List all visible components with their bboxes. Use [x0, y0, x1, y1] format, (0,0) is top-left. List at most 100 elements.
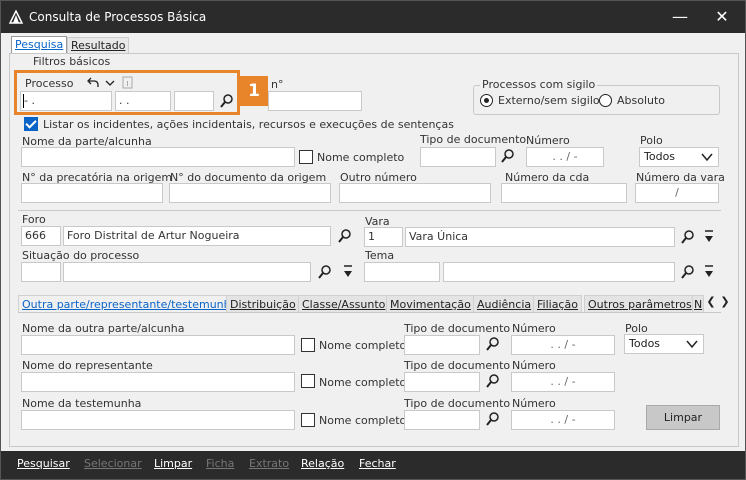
- numero-cda-input[interactable]: [501, 183, 627, 203]
- subtab-outra-parte[interactable]: Outra parte/representante/testemunha: [18, 295, 242, 313]
- situacao-label: Situação do processo: [22, 249, 140, 262]
- nome-completo-rep-label: Nome completo: [319, 376, 407, 389]
- scroll-right-icon[interactable]: ❯: [717, 295, 733, 311]
- listar-incidentes-checkbox[interactable]: [24, 117, 38, 131]
- nome-outra-input[interactable]: [21, 335, 295, 355]
- tema-label: Tema: [365, 249, 395, 262]
- sigilo-label: Processos com sigilo: [480, 78, 598, 91]
- nome-completo-test-label: Nome completo: [319, 414, 407, 427]
- tipo-doc-test-label: Tipo de documento: [404, 397, 511, 410]
- minimize-button[interactable]: —: [665, 5, 695, 29]
- filter-icon[interactable]: [701, 229, 717, 245]
- subtab-divider: [18, 312, 721, 313]
- nome-completo-outra-checkbox[interactable]: [301, 338, 315, 352]
- search-icon[interactable]: [485, 373, 501, 389]
- ficha-button[interactable]: Ficha: [206, 457, 234, 470]
- tipo-doc-outra-label: Tipo de documento: [404, 322, 511, 335]
- numero-outra-label: Número: [512, 322, 556, 335]
- radio-externo[interactable]: [480, 94, 493, 107]
- limpar-button[interactable]: Limpar: [646, 405, 720, 430]
- bottom-toolbar: Pesquisar Selecionar Limpar Ficha Extrat…: [1, 451, 745, 479]
- search-icon[interactable]: [317, 264, 333, 280]
- chevron-down-icon[interactable]: [102, 75, 118, 91]
- fechar-button[interactable]: Fechar: [359, 457, 396, 470]
- text-cursor: [23, 94, 24, 108]
- divider: [18, 210, 721, 211]
- processo-label: Processo: [25, 77, 74, 90]
- polo-value: Todos: [644, 150, 676, 163]
- subtab-classe-assunto[interactable]: Classe/Assunto: [298, 295, 390, 313]
- numero-input[interactable]: . . / -: [526, 147, 604, 167]
- limpar-bottom-button[interactable]: Limpar: [154, 457, 192, 470]
- subtab-outros-parametros[interactable]: Outros parâmetros: [584, 295, 696, 313]
- nome-completo-rep-checkbox[interactable]: [301, 374, 315, 388]
- nome-rep-label: Nome do representante: [22, 359, 153, 372]
- undo-icon[interactable]: [85, 75, 101, 91]
- nome-parte-input[interactable]: [21, 147, 295, 167]
- situacao-name-input[interactable]: [63, 262, 311, 282]
- filter-icon[interactable]: [340, 264, 356, 280]
- tab-resultado[interactable]: Resultado: [67, 37, 130, 54]
- tipo-doc-input[interactable]: [420, 147, 496, 167]
- tipo-doc-rep-label: Tipo de documento: [404, 359, 511, 372]
- foro-label: Foro: [22, 213, 46, 226]
- tema-code-input[interactable]: [364, 262, 440, 282]
- search-icon[interactable]: [680, 229, 696, 245]
- step-badge: 1: [240, 76, 268, 106]
- search-icon[interactable]: [500, 148, 516, 164]
- nome-completo-label: Nome completo: [317, 151, 405, 164]
- polo-outra-select[interactable]: Todos: [624, 334, 704, 354]
- nome-test-input[interactable]: [21, 410, 295, 430]
- subtab-filiacao[interactable]: Filiação: [533, 295, 582, 313]
- numero-test-input[interactable]: . . / -: [511, 410, 615, 430]
- subtab-distribuicao[interactable]: Distribuição: [226, 295, 300, 313]
- numero-vara-input[interactable]: /: [635, 183, 719, 203]
- pesquisar-button[interactable]: Pesquisar: [17, 457, 70, 470]
- search-icon[interactable]: [680, 264, 696, 280]
- polo-select[interactable]: Todos: [639, 147, 719, 167]
- precatoria-input[interactable]: [21, 183, 163, 203]
- nome-rep-input[interactable]: [21, 372, 295, 392]
- foro-name-input[interactable]: Foro Distrital de Artur Nogueira: [63, 226, 331, 246]
- tipo-doc-rep-input[interactable]: [404, 372, 480, 392]
- vara-name-input[interactable]: Vara Única: [405, 227, 675, 247]
- numero-outra-input[interactable]: . . / -: [511, 335, 615, 355]
- tema-name-input[interactable]: [443, 262, 675, 282]
- processo-input-3[interactable]: [174, 91, 214, 111]
- info-icon: [122, 76, 133, 89]
- outro-numero-input[interactable]: [339, 183, 491, 203]
- search-icon[interactable]: [485, 411, 501, 427]
- title-bar: Consulta de Processos Básica — ✕: [1, 1, 745, 33]
- search-icon[interactable]: [219, 93, 235, 109]
- radio-externo-label: Externo/sem sigilo: [498, 94, 600, 107]
- relacao-button[interactable]: Relação: [301, 457, 344, 470]
- extrato-button[interactable]: Extrato: [249, 457, 289, 470]
- nome-completo-test-checkbox[interactable]: [301, 413, 315, 427]
- subtab-movimentacao[interactable]: Movimentação: [386, 295, 475, 313]
- situacao-code-input[interactable]: [21, 262, 61, 282]
- foro-code-input[interactable]: 666: [21, 226, 61, 246]
- processo-input-2[interactable]: . .: [115, 91, 171, 111]
- close-button[interactable]: ✕: [707, 5, 737, 29]
- tipo-doc-test-input[interactable]: [404, 410, 480, 430]
- nome-completo-checkbox[interactable]: [299, 150, 313, 164]
- tipo-doc-outra-input[interactable]: [404, 335, 480, 355]
- doc-origem-input[interactable]: [169, 183, 331, 203]
- other-number-input[interactable]: [268, 91, 362, 111]
- tab-pesquisa[interactable]: Pesquisa: [11, 36, 68, 54]
- subtab-audiencia[interactable]: Audiência: [473, 295, 536, 313]
- tipo-doc-label: Tipo de documento: [420, 133, 527, 146]
- processo-input-1[interactable]: - .: [20, 91, 112, 111]
- selecionar-button[interactable]: Selecionar: [84, 457, 142, 470]
- numero-rep-input[interactable]: . . / -: [511, 372, 615, 392]
- nome-test-label: Nome da testemunha: [22, 397, 142, 410]
- filter-icon[interactable]: [701, 264, 717, 280]
- search-icon[interactable]: [485, 336, 501, 352]
- search-icon[interactable]: [337, 228, 353, 244]
- vara-code-input[interactable]: 1: [364, 227, 403, 247]
- radio-absoluto[interactable]: [599, 94, 612, 107]
- window-title: Consulta de Processos Básica: [29, 10, 207, 24]
- polo-label: Polo: [640, 134, 663, 147]
- radio-absoluto-label: Absoluto: [617, 94, 666, 107]
- chevron-down-icon: [686, 340, 698, 349]
